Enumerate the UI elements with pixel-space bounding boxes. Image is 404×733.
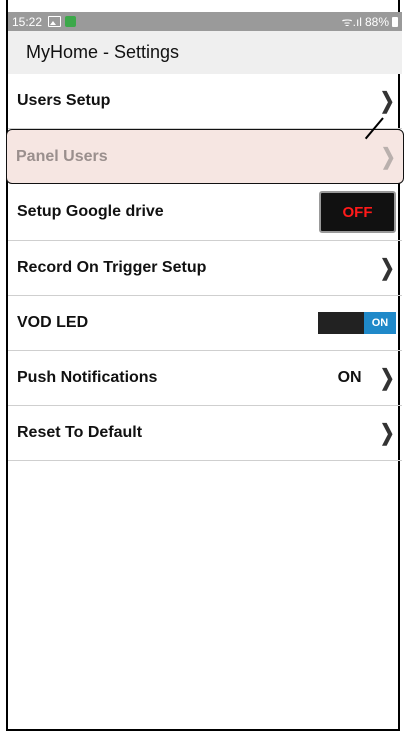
record-on-trigger-label: Record On Trigger Setup	[17, 259, 207, 276]
vod-led-label: VOD LED	[17, 314, 89, 331]
record-on-trigger-row[interactable]: Record On Trigger Setup ❯	[8, 241, 402, 296]
page-title: MyHome - Settings	[26, 42, 180, 62]
title-bar: MyHome - Settings	[8, 31, 402, 74]
vod-led-toggle[interactable]: ON	[318, 312, 396, 334]
settings-list: Users Setup ❯ Panel Users ❯ Setup Google…	[6, 74, 404, 461]
chevron-right-icon: ❯	[379, 88, 395, 113]
reset-to-default-row[interactable]: Reset To Default ❯	[8, 406, 402, 461]
status-bar: 15:22 ᯤ.ıl 88%	[8, 12, 402, 31]
google-drive-toggle[interactable]: OFF	[319, 191, 396, 233]
panel-users-row[interactable]: Panel Users ❯	[6, 129, 404, 184]
status-time: 15:22	[12, 14, 43, 29]
panel-users-label: Panel Users	[16, 147, 108, 165]
battery-percent: 88%	[364, 14, 389, 29]
setup-google-drive-row[interactable]: Setup Google drive OFF	[8, 184, 402, 241]
setup-google-drive-label: Setup Google drive	[17, 203, 164, 220]
users-setup-label: Users Setup	[17, 92, 111, 109]
chevron-right-icon: ❯	[380, 143, 396, 169]
vod-led-row: VOD LED ON	[8, 296, 402, 351]
gallery-icon	[48, 16, 62, 27]
reset-to-default-label: Reset To Default	[17, 424, 143, 441]
push-notifications-label: Push Notifications	[17, 369, 158, 386]
chevron-right-icon: ❯	[379, 365, 395, 390]
push-notifications-value: ON	[337, 369, 362, 386]
signal-icon: ᯤ.ıl	[341, 15, 362, 29]
app-notification-icon	[65, 16, 77, 27]
users-setup-row[interactable]: Users Setup ❯	[8, 74, 402, 129]
battery-icon	[392, 16, 398, 27]
chevron-right-icon: ❯	[379, 420, 395, 445]
chevron-right-icon: ❯	[379, 255, 395, 280]
push-notifications-row[interactable]: Push Notifications ON ❯	[8, 351, 402, 406]
